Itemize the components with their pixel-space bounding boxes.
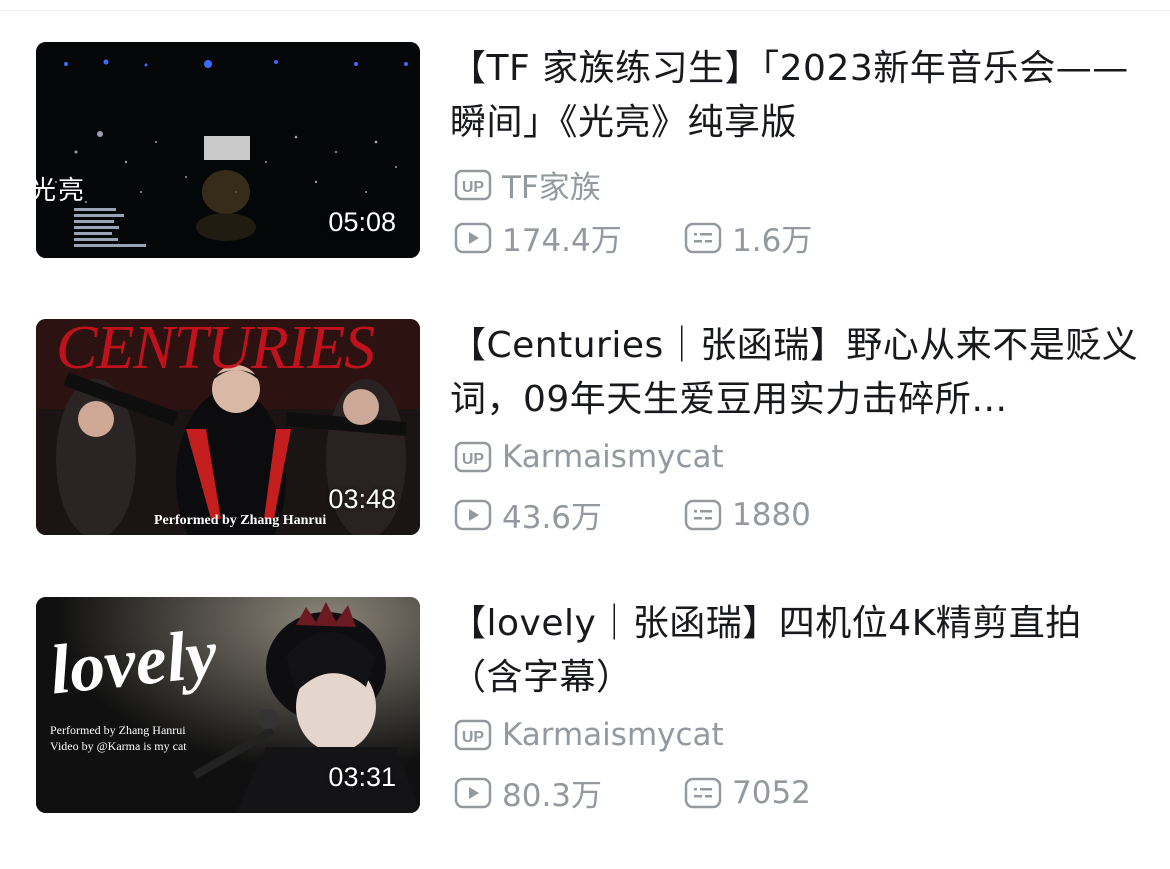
play-count-icon (454, 222, 492, 253)
video-card[interactable]: CENTURIES Performed by Zhang Hanrui 03:4… (36, 319, 1146, 537)
thumb-credit: Performed by Zhang Hanrui (154, 513, 327, 528)
thumb-overlay-title: CENTURIES (56, 319, 375, 382)
video-title[interactable]: 【Centuries｜张函瑞】野心从来不是贬义词，09年天生爱豆用实力击碎所… (450, 319, 1140, 427)
up-badge-icon: UP (454, 441, 492, 473)
danmaku-count: 1880 (684, 497, 811, 533)
video-thumbnail[interactable]: 光亮 05:08 (36, 42, 420, 258)
video-title[interactable]: 【lovely｜张函瑞】四机位4K精剪直拍（含字幕） (450, 597, 1140, 705)
svg-text:UP: UP (462, 451, 485, 468)
uploader-name: Karmaismycat (502, 439, 724, 475)
video-info: 【TF 家族练习生】「2023新年音乐会——瞬间」《光亮》纯享版 UP TF家族… (450, 42, 1140, 260)
video-thumbnail[interactable]: lovely Performed by Zhang Hanrui Video b… (36, 597, 420, 813)
video-card[interactable]: 光亮 05:08 【TF 家族练习生】「2023新年音乐会——瞬间」《光亮》纯享… (36, 42, 1146, 260)
up-badge-icon: UP (454, 169, 492, 200)
top-divider (0, 10, 1170, 11)
play-count-icon (454, 777, 492, 808)
video-title[interactable]: 【TF 家族练习生】「2023新年音乐会——瞬间」《光亮》纯享版 (450, 42, 1140, 150)
danmaku-count-value: 1.6万 (732, 223, 813, 259)
danmaku-icon (684, 499, 722, 530)
video-thumbnail[interactable]: CENTURIES Performed by Zhang Hanrui 03:4… (36, 319, 420, 535)
video-duration: 03:31 (328, 762, 396, 792)
view-count-value: 80.3万 (502, 778, 603, 814)
danmaku-count-value: 1880 (732, 496, 811, 533)
danmaku-icon (684, 777, 722, 808)
thumb-overlay-text: 光亮 (36, 176, 87, 206)
uploader-row[interactable]: UP TF家族 (454, 162, 601, 207)
video-duration: 03:48 (328, 484, 396, 514)
uploader-name: Karmaismycat (502, 717, 724, 753)
view-count: 80.3万 (454, 770, 684, 815)
video-info: 【lovely｜张函瑞】四机位4K精剪直拍（含字幕） UP Karmaismyc… (450, 597, 1140, 815)
svg-text:UP: UP (462, 729, 485, 746)
up-badge-icon: UP (454, 719, 492, 751)
view-count-value: 43.6万 (502, 500, 603, 536)
thumb-credit-2: Video by @Karma is my cat (50, 739, 187, 753)
view-count-value: 174.4万 (502, 223, 622, 259)
danmaku-count: 1.6万 (684, 215, 812, 260)
view-count: 174.4万 (454, 215, 684, 260)
danmaku-icon (684, 222, 722, 253)
video-info: 【Centuries｜张函瑞】野心从来不是贬义词，09年天生爱豆用实力击碎所… … (450, 319, 1140, 537)
play-count-icon (454, 499, 492, 530)
stats-row: 174.4万 1.6万 (454, 215, 812, 260)
view-count: 43.6万 (454, 492, 684, 537)
video-duration: 05:08 (328, 207, 396, 237)
thumb-credit: Performed by Zhang Hanrui (50, 723, 186, 737)
stats-row: 43.6万 1880 (454, 492, 811, 537)
danmaku-count: 7052 (684, 775, 811, 811)
uploader-row[interactable]: UP Karmaismycat (454, 717, 724, 753)
stats-row: 80.3万 7052 (454, 770, 811, 815)
video-card[interactable]: lovely Performed by Zhang Hanrui Video b… (36, 597, 1146, 815)
uploader-row[interactable]: UP Karmaismycat (454, 439, 724, 475)
uploader-name: TF家族 (502, 170, 601, 206)
danmaku-count-value: 7052 (732, 774, 811, 811)
svg-text:UP: UP (462, 179, 485, 196)
